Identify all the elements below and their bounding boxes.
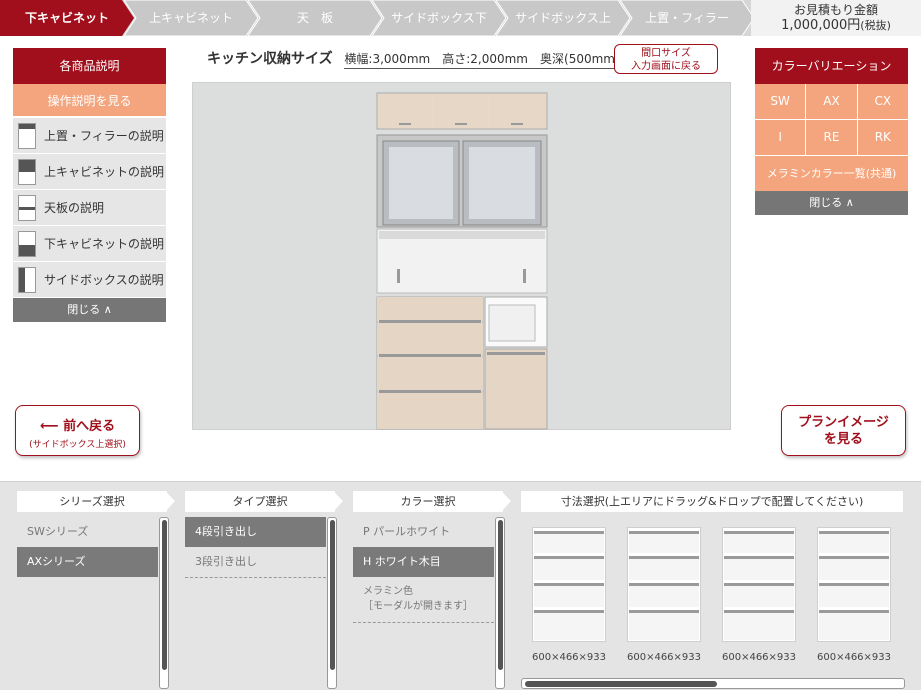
step-countertop[interactable]: 天 板 xyxy=(248,0,382,36)
color-grid: SW AX CX I RE RK xyxy=(755,84,908,155)
color-ax[interactable]: AX xyxy=(806,84,857,119)
size-label: 600×466×933 xyxy=(626,652,702,663)
howto-button[interactable]: 操作説明を見る xyxy=(13,84,166,118)
series-option-ax[interactable]: AXシリーズ xyxy=(17,547,158,577)
size-cabinet-thumb[interactable] xyxy=(627,527,701,642)
desc-item-lower-cabinet[interactable]: 下キャビネットの説明 xyxy=(13,226,166,262)
estimate-price: お見積もり金額 1,000,000円(税抜) xyxy=(751,0,921,36)
top-filler-icon xyxy=(18,122,36,149)
step-lower-cabinet[interactable]: 下キャビネット xyxy=(0,0,134,36)
upper-cabinet-icon xyxy=(18,158,36,185)
price-value: 1,000,000円 xyxy=(781,18,861,33)
series-header: シリーズ選択 xyxy=(17,491,175,512)
size-cabinet-thumb[interactable] xyxy=(817,527,891,642)
size-label: 600×466×933 xyxy=(531,652,607,663)
step-sidebox-lower[interactable]: サイドボックス下 xyxy=(372,0,506,36)
color-option-white-wood[interactable]: H ホワイト木目 xyxy=(353,547,494,577)
desc-item-countertop[interactable]: 天板の説明 xyxy=(13,190,166,226)
size-cabinet-thumb[interactable] xyxy=(532,527,606,642)
color-scrollbar[interactable] xyxy=(495,517,505,689)
desc-item-top-filler[interactable]: 上置・フィラーの説明 xyxy=(13,118,166,154)
step-top-filler[interactable]: 上置・フィラー xyxy=(620,0,754,36)
desc-item-upper-cabinet[interactable]: 上キャビネットの説明 xyxy=(13,154,166,190)
selection-area: シリーズ選択 SWシリーズ AXシリーズ タイプ選択 4段引き出し 3段引き出し… xyxy=(0,481,921,690)
size-cabinet-thumb[interactable] xyxy=(722,527,796,642)
color-cx[interactable]: CX xyxy=(857,84,908,119)
series-option-sw[interactable]: SWシリーズ xyxy=(17,517,158,547)
color-header: カラー選択 xyxy=(353,491,511,512)
kitchen-size-info: キッチン収納サイズ 横幅:3,000mm 高さ:2,000mm 奥深(500mm… xyxy=(207,51,620,69)
color-i[interactable]: I xyxy=(755,120,806,155)
size-horizontal-scrollbar[interactable] xyxy=(521,678,905,689)
kitchen-preview-canvas[interactable] xyxy=(192,82,731,430)
product-description-panel: 各商品説明 操作説明を見る 上置・フィラーの説明 上キャビネットの説明 天板の説… xyxy=(13,48,166,322)
app-root: 下キャビネット 上キャビネット 天 板 サイドボックス下 サイドボックス上 上置… xyxy=(0,0,921,690)
arrow-left-icon: ⟵ xyxy=(39,419,64,434)
step-nav: 下キャビネット 上キャビネット 天 板 サイドボックス下 サイドボックス上 上置… xyxy=(0,0,921,36)
color-rk[interactable]: RK xyxy=(857,120,908,155)
color-panel-title: カラーバリエーション xyxy=(755,48,908,84)
type-option-3drawer[interactable]: 3段引き出し xyxy=(185,547,326,577)
size-header: 寸法選択(上エリアにドラッグ&ドロップで配置してください) xyxy=(521,491,903,512)
color-option-melamine[interactable]: メラミン色 ［モーダルが開きます］ xyxy=(363,584,473,614)
panel-title: 各商品説明 xyxy=(13,48,166,84)
lower-cabinet-icon xyxy=(18,230,36,257)
countertop-icon xyxy=(18,194,36,221)
color-re[interactable]: RE xyxy=(806,120,857,155)
series-scrollbar[interactable] xyxy=(159,517,169,689)
size-label: 600×466×933 xyxy=(721,652,797,663)
view-plan-image-button[interactable]: プランイメージ を見る xyxy=(781,405,906,456)
back-to-size-input-button[interactable]: 間口サイズ 入力画面に戻る xyxy=(614,44,718,74)
prev-step-button[interactable]: ⟵ 前へ戻る (サイドボックス上選択) xyxy=(15,405,140,456)
sidebox-icon xyxy=(18,266,36,293)
step-upper-cabinet[interactable]: 上キャビネット xyxy=(124,0,258,36)
price-tax: (税抜) xyxy=(860,19,891,32)
close-left-panel-button[interactable]: 閉じる ∧ xyxy=(13,298,166,322)
close-right-panel-button[interactable]: 閉じる ∧ xyxy=(755,191,908,215)
color-option-pearl-white[interactable]: P パールホワイト xyxy=(353,517,494,547)
color-variation-panel: カラーバリエーション SW AX CX I RE RK メラミンカラー一覧(共通… xyxy=(755,48,908,215)
melamine-color-list-button[interactable]: メラミンカラー一覧(共通) xyxy=(755,155,908,191)
size-label: 600×466×933 xyxy=(816,652,892,663)
color-sw[interactable]: SW xyxy=(755,84,806,119)
type-scrollbar[interactable] xyxy=(327,517,337,689)
kitchen-storage-illustration xyxy=(376,92,548,430)
type-header: タイプ選択 xyxy=(185,491,343,512)
desc-item-sidebox[interactable]: サイドボックスの説明 xyxy=(13,262,166,298)
type-option-4drawer[interactable]: 4段引き出し xyxy=(185,517,326,547)
step-sidebox-upper[interactable]: サイドボックス上 xyxy=(496,0,630,36)
